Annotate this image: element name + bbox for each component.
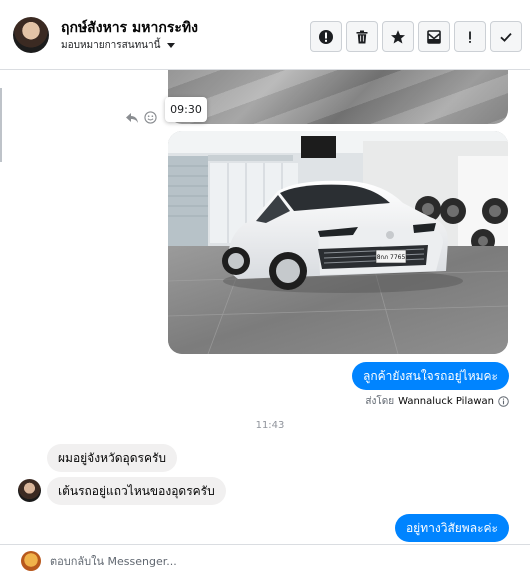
sent-by-name[interactable]: Wannaluck Pilawan — [398, 396, 494, 407]
license-plate: 8กภ 7765 — [377, 254, 406, 261]
mail-icon — [427, 29, 441, 44]
mark-unread-button[interactable] — [418, 21, 450, 52]
check-icon — [500, 32, 512, 42]
reply-icon[interactable] — [125, 111, 139, 125]
message-outgoing-question[interactable]: ลูกค้ายังสนใจรถอยู่ไหมคะ — [352, 362, 509, 390]
contact-avatar-small[interactable] — [18, 479, 41, 502]
reply-composer — [0, 544, 530, 572]
contact-name[interactable]: ฤกษ์สังหาร มหากระทิง — [61, 17, 198, 39]
page-avatar — [21, 551, 41, 571]
assign-conversation-dropdown[interactable]: มอบหมายการสนทนานี้ — [61, 38, 176, 53]
message-outgoing-reply[interactable]: อยู่ทางวิสัยพละค่ะ — [394, 514, 509, 542]
caret-down-icon — [167, 43, 176, 48]
shared-photo-partial[interactable] — [168, 70, 508, 124]
report-button[interactable] — [310, 21, 342, 52]
star-button[interactable] — [382, 21, 414, 52]
exclamation-circle-icon — [319, 29, 333, 44]
contact-avatar[interactable] — [13, 17, 49, 53]
time-divider: 11:43 — [255, 420, 285, 431]
conversation-toolbar — [310, 21, 522, 52]
scrollbar[interactable] — [0, 88, 2, 162]
reply-input[interactable] — [50, 553, 510, 569]
info-icon[interactable] — [498, 396, 509, 407]
star-icon — [391, 29, 405, 43]
exclamation-icon — [469, 31, 471, 43]
trash-icon — [356, 30, 368, 43]
message-incoming[interactable]: ผมอยู่จังหวัดอุดรครับ — [47, 444, 178, 472]
car-photo-illustration: 8กภ 7765 — [168, 131, 508, 354]
important-button[interactable] — [454, 21, 486, 52]
time-tooltip: 09:30 — [165, 97, 207, 122]
car-photo[interactable]: 8กภ 7765 — [168, 131, 508, 354]
assign-label: มอบหมายการสนทนานี้ — [61, 40, 161, 51]
delete-button[interactable] — [346, 21, 378, 52]
done-button[interactable] — [490, 21, 522, 52]
message-incoming[interactable]: เต้นรถอยู่แถวไหนของอุดรครับ — [47, 477, 226, 505]
react-smile-icon[interactable] — [144, 111, 157, 124]
conversation-header: ฤกษ์สังหาร มหากระทิง มอบหมายการสนทนานี้ — [0, 0, 530, 70]
sent-by-line: ส่งโดย Wannaluck Pilawan — [365, 394, 509, 409]
sent-by-label: ส่งโดย — [365, 396, 395, 407]
